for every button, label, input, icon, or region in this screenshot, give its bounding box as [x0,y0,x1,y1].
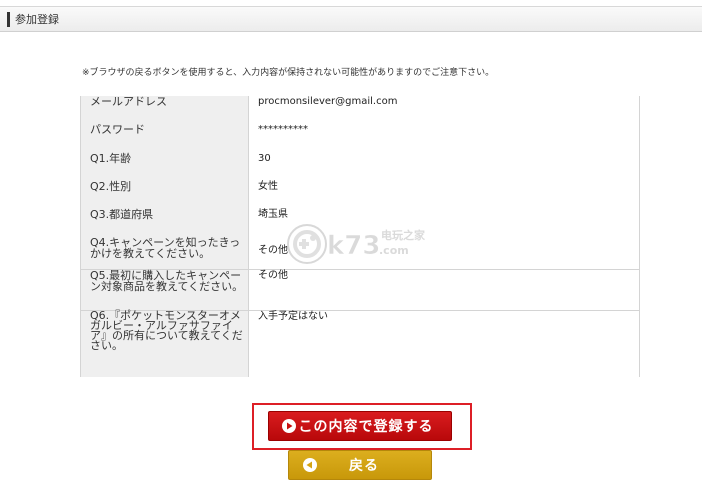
field-value-q3-prefecture: 埼玉県 [248,209,640,238]
back-button-label: 戻る [349,457,379,473]
field-value-email: procmonsilever@gmail.com [248,96,640,125]
field-label-email: メールアドレス [80,95,249,125]
table-row: Q2.性別 女性 [80,180,640,210]
field-value-q1-age: 30 [248,152,640,181]
back-button[interactable]: 戻る [288,450,432,480]
submit-button-label: この内容で登録する [298,418,434,434]
confirmation-table: メールアドレス procmonsilever@gmail.com パスワード *… [80,95,640,377]
back-button-notice: ※ブラウザの戻るボタンを使用すると、入力内容が保持されない可能性がありますのでご… [82,68,495,78]
page-header: 参加登録 [0,6,702,32]
field-value-q2-gender: 女性 [248,180,640,210]
back-circle-icon [303,458,317,472]
field-value-q5-first-product: その他 [248,269,640,311]
table-row: Q3.都道府県 埼玉県 [80,209,640,238]
table-row: Q4.キャンペーンを知ったきっかけを教えてください。 その他 [80,237,640,270]
field-label-q1-age: Q1.年齢 [80,152,249,181]
header-accent-bar [7,12,10,27]
table-row: Q6.『ポケットモンスターオメガルビー・アルファサファイア』の所有について教えて… [80,310,640,377]
table-row: パスワード ********** [80,124,640,153]
table-row: Q5.最初に購入したキャンペーン対象商品を教えてください。 その他 [80,269,640,311]
table-row: メールアドレス procmonsilever@gmail.com [80,95,640,125]
field-label-q3-prefecture: Q3.都道府県 [80,209,249,238]
field-value-password: ********** [248,124,640,153]
field-label-q4-campaign-source: Q4.キャンペーンを知ったきっかけを教えてください。 [80,237,249,270]
play-circle-icon [282,419,296,433]
field-label-q2-gender: Q2.性別 [80,180,249,210]
field-value-q6-ownership: 入手予定はない [248,310,640,377]
table-row: Q1.年齢 30 [80,152,640,181]
field-value-q4-campaign-source: その他 [248,237,640,270]
field-label-password: パスワード [80,124,249,153]
register-submit-button[interactable]: この内容で登録する [268,411,452,441]
field-label-q6-ownership: Q6.『ポケットモンスターオメガルビー・アルファサファイア』の所有について教えて… [80,310,249,377]
page-title: 参加登録 [15,13,59,26]
field-label-q5-first-product: Q5.最初に購入したキャンペーン対象商品を教えてください。 [80,269,249,311]
